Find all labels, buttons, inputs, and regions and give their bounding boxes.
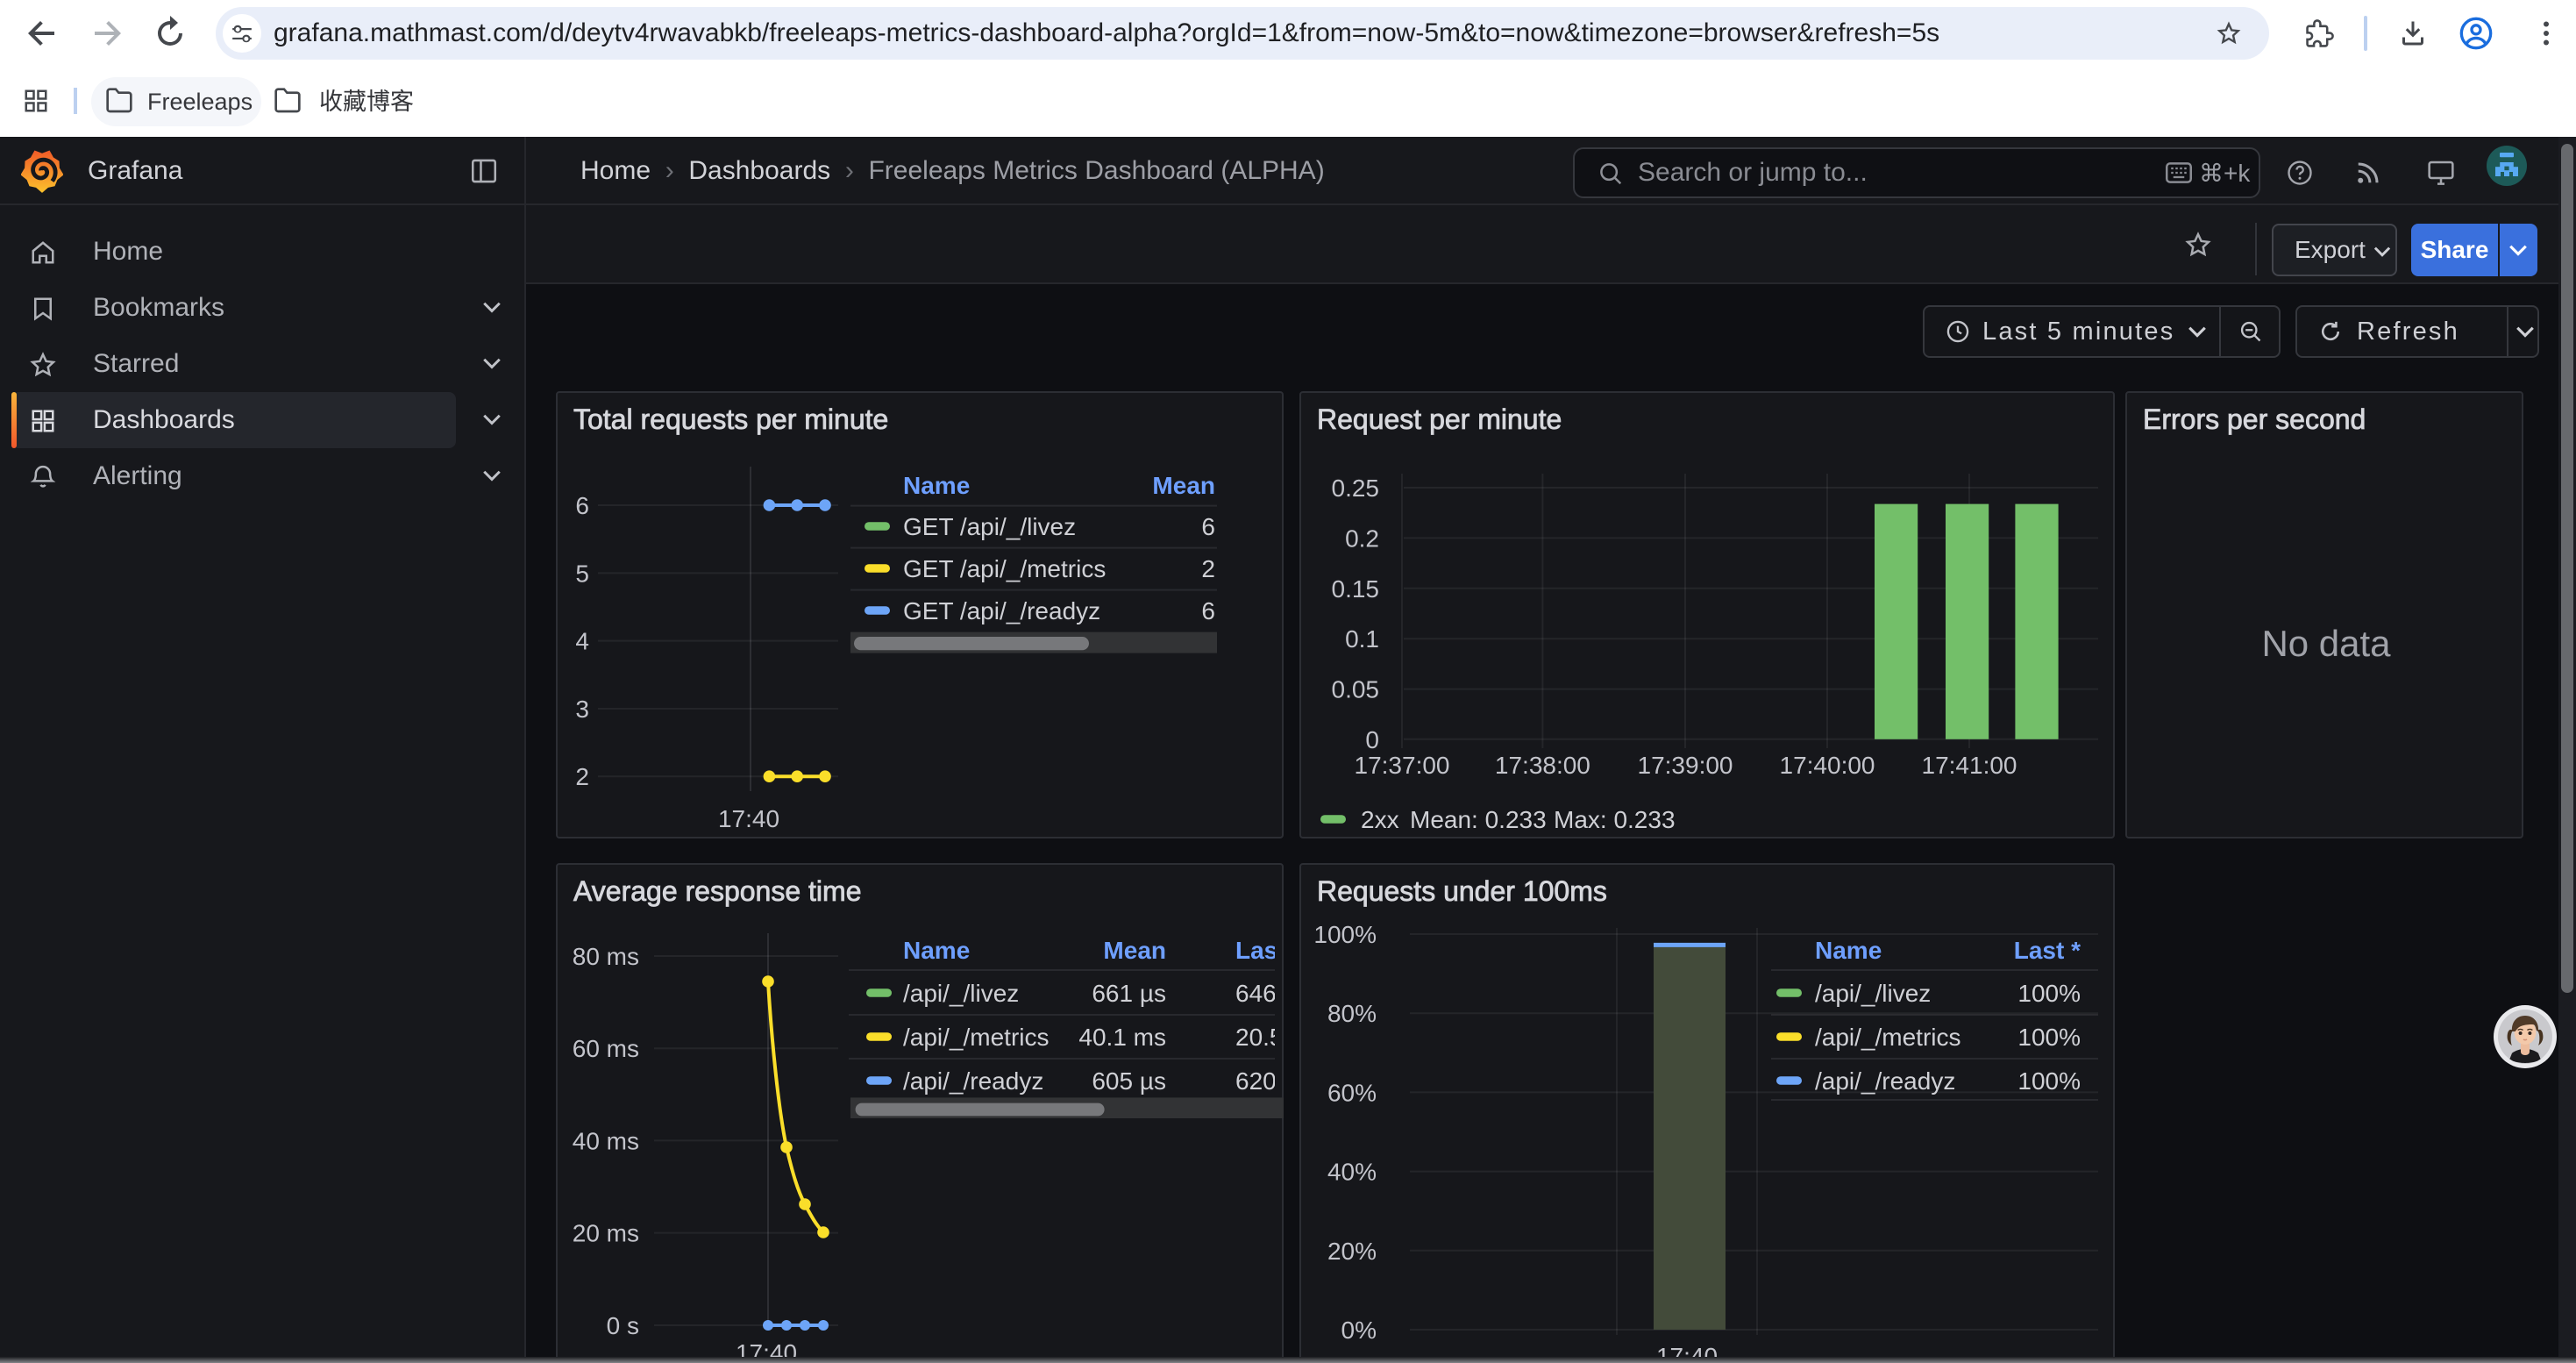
- svg-text:80 ms: 80 ms: [573, 943, 639, 970]
- svg-text:100%: 100%: [1313, 921, 1377, 948]
- svg-text:Last *: Last *: [2014, 937, 2081, 964]
- svg-text:40 ms: 40 ms: [573, 1127, 639, 1154]
- svg-text:GET /api/_/readyz: GET /api/_/readyz: [903, 597, 1100, 624]
- svg-text:5: 5: [575, 560, 589, 587]
- svg-text:GET /api/_/metrics: GET /api/_/metrics: [903, 555, 1106, 582]
- svg-text:0.05: 0.05: [1332, 676, 1380, 703]
- svg-text:20 ms: 20 ms: [573, 1220, 639, 1247]
- svg-text:4: 4: [575, 628, 589, 655]
- svg-text:0.2: 0.2: [1345, 525, 1379, 552]
- svg-text:17:41:00: 17:41:00: [1922, 752, 2017, 779]
- svg-text:60 ms: 60 ms: [573, 1035, 639, 1062]
- svg-text:60%: 60%: [1327, 1079, 1377, 1106]
- svg-text:/api/_/readyz: /api/_/readyz: [1815, 1067, 1955, 1095]
- svg-text:17:38:00: 17:38:00: [1495, 752, 1590, 779]
- svg-text:620: 620: [1235, 1067, 1277, 1095]
- svg-text:20%: 20%: [1327, 1238, 1377, 1265]
- svg-text:/api/_/readyz: /api/_/readyz: [903, 1067, 1043, 1095]
- svg-text:2: 2: [575, 763, 589, 790]
- svg-text:0.15: 0.15: [1332, 575, 1380, 603]
- svg-text:Name: Name: [1815, 937, 1882, 964]
- svg-text:Name: Name: [903, 937, 970, 964]
- svg-text:0%: 0%: [1341, 1317, 1377, 1344]
- svg-text:0.1: 0.1: [1345, 625, 1379, 653]
- svg-text:0 s: 0 s: [607, 1312, 639, 1339]
- svg-text:17:37:00: 17:37:00: [1355, 752, 1450, 779]
- svg-text:80%: 80%: [1327, 1000, 1377, 1027]
- svg-text:646: 646: [1235, 980, 1277, 1007]
- svg-text:3: 3: [575, 696, 589, 723]
- svg-text:100%: 100%: [2017, 980, 2081, 1007]
- svg-text:100%: 100%: [2017, 1024, 2081, 1051]
- svg-text:605 µs: 605 µs: [1092, 1067, 1166, 1095]
- svg-text:Mean: Mean: [1103, 937, 1166, 964]
- svg-text:Mean: 0.233: Mean: 0.233: [1410, 806, 1547, 833]
- svg-text:2: 2: [1201, 555, 1215, 582]
- svg-text:6: 6: [1201, 513, 1215, 540]
- svg-text:40.1 ms: 40.1 ms: [1078, 1024, 1166, 1051]
- svg-text:40%: 40%: [1327, 1159, 1377, 1186]
- svg-text:Name: Name: [903, 472, 970, 499]
- svg-text:17:39:00: 17:39:00: [1638, 752, 1733, 779]
- svg-text:661 µs: 661 µs: [1092, 980, 1166, 1007]
- svg-text:Mean: Mean: [1152, 472, 1215, 499]
- svg-text:/api/_/metrics: /api/_/metrics: [903, 1024, 1050, 1051]
- svg-text:/api/_/livez: /api/_/livez: [1815, 980, 1931, 1007]
- svg-text:GET /api/_/livez: GET /api/_/livez: [903, 513, 1076, 540]
- svg-text:0: 0: [1365, 726, 1379, 753]
- svg-text:/api/_/metrics: /api/_/metrics: [1815, 1024, 1961, 1051]
- svg-text:100%: 100%: [2017, 1067, 2081, 1095]
- svg-text:2xx: 2xx: [1361, 806, 1399, 833]
- svg-text:Last *: Last *: [1235, 937, 1285, 964]
- svg-text:0.25: 0.25: [1332, 475, 1380, 502]
- svg-text:6: 6: [1201, 597, 1215, 624]
- svg-text:Max: 0.233: Max: 0.233: [1554, 806, 1676, 833]
- svg-text:17:40: 17:40: [718, 805, 779, 832]
- svg-text:6: 6: [575, 492, 589, 519]
- svg-text:/api/_/livez: /api/_/livez: [903, 980, 1019, 1007]
- svg-text:17:40:00: 17:40:00: [1780, 752, 1875, 779]
- svg-text:20.5 m: 20.5 m: [1235, 1024, 1285, 1051]
